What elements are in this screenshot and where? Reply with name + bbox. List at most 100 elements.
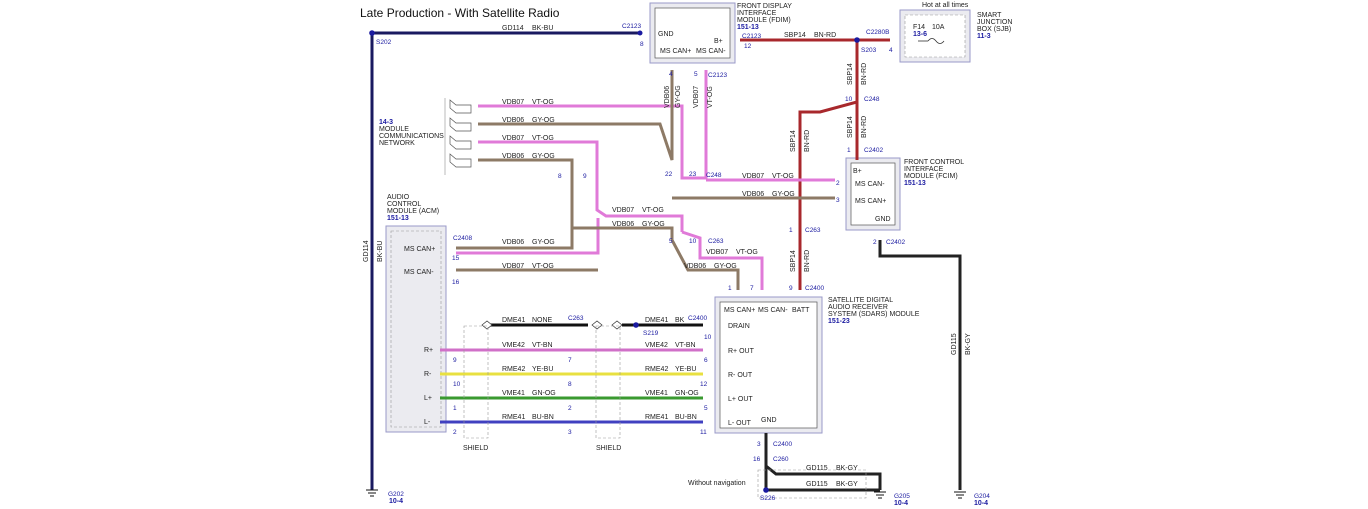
gd114-label: GD114 xyxy=(502,25,524,32)
fdim-pin-bplus: B+ xyxy=(714,38,723,45)
svg-text:22: 22 xyxy=(665,171,673,178)
fdim-name: FRONT DISPLAY xyxy=(737,3,792,10)
acm-ref[interactable]: 151-13 xyxy=(387,215,409,222)
sjb-note: Hot at all times xyxy=(922,2,969,9)
fcim-pin-bplus: B+ xyxy=(853,168,862,175)
conn-c263-sbp[interactable]: C263 xyxy=(805,227,821,234)
fdim-name-2: INTERFACE xyxy=(737,10,777,17)
vdb07-label-fcim: VDB07 xyxy=(742,173,764,180)
vme42-color-2: VT-BN xyxy=(675,342,696,349)
sdars-pin-gnd: GND xyxy=(761,417,777,424)
sdars-pin-drain: DRAIN xyxy=(728,323,750,330)
ground-g202[interactable] xyxy=(366,489,378,497)
splice-s226[interactable]: S226 xyxy=(760,495,776,502)
conn-c2408[interactable]: C2408 xyxy=(453,235,473,242)
ground-g202-ref[interactable]: 10-4 xyxy=(389,498,403,505)
vdb06-label-fcim: VDB06 xyxy=(742,191,764,198)
svg-text:2: 2 xyxy=(453,429,457,436)
splice-s219[interactable]: S219 xyxy=(643,330,659,337)
svg-text:10: 10 xyxy=(704,334,712,341)
ground-g205[interactable] xyxy=(874,491,886,499)
fcim-module[interactable]: B+ MS CAN- MS CAN+ GND xyxy=(845,157,901,231)
acm-pin-l-minus: L- xyxy=(424,419,431,426)
splice-s202[interactable]: S202 xyxy=(376,39,392,46)
vdb06-vert-fdim: VDB06 xyxy=(664,86,671,108)
sdars-ref[interactable]: 151-23 xyxy=(828,318,850,325)
fcim-name-2: INTERFACE xyxy=(904,166,944,173)
network-ref[interactable]: 14-3 xyxy=(379,119,393,126)
svg-text:7: 7 xyxy=(750,285,754,292)
svg-text:16: 16 xyxy=(452,279,460,286)
conn-c248-top[interactable]: C248 xyxy=(864,96,880,103)
rme41-label-2: RME41 xyxy=(645,414,668,421)
svg-text:5: 5 xyxy=(704,405,708,412)
sbp14-color: BN-RD xyxy=(814,32,836,39)
conn-c263-mid[interactable]: C263 xyxy=(708,238,724,245)
fcim-pin-can-plus: MS CAN+ xyxy=(855,198,886,205)
sjb-fuse-ref[interactable]: 13-6 xyxy=(913,31,927,38)
conn-c2123-bplus[interactable]: C2123 xyxy=(742,33,762,40)
rme42-color-1: YE-BU xyxy=(532,366,553,373)
sjb-ref[interactable]: 11-3 xyxy=(977,33,991,40)
svg-text:4: 4 xyxy=(669,71,673,78)
svg-text:5: 5 xyxy=(669,238,673,245)
svg-text:11: 11 xyxy=(700,429,707,436)
conn-c2402-fcim-top[interactable]: C2402 xyxy=(864,147,884,154)
vdb07-color-acm: VT-OG xyxy=(532,263,554,270)
vdb07-vert-fdim-c: VT-OG xyxy=(707,86,714,108)
vdb07-color-2: VT-OG xyxy=(532,135,554,142)
conn-c2402-fcim-gnd[interactable]: C2402 xyxy=(886,239,906,246)
vdb06-label-sdars: VDB06 xyxy=(684,263,706,270)
sbp14-vert-1c: BN-RD xyxy=(861,63,868,85)
fdim-pin-gnd: GND xyxy=(658,31,674,38)
sbp14-vert-3c: BN-RD xyxy=(804,130,811,152)
conn-c2400-batt[interactable]: C2400 xyxy=(805,285,825,292)
acm-pin-can-plus: MS CAN+ xyxy=(404,246,435,253)
gd114-vert-label: GD114 xyxy=(363,240,370,262)
vdb07-vert-fdim: VDB07 xyxy=(693,86,700,108)
svg-text:23: 23 xyxy=(689,171,697,178)
conn-c2123-gnd[interactable]: C2123 xyxy=(622,23,642,30)
acm-name: AUDIO xyxy=(387,194,410,201)
splice-s203[interactable]: S203 xyxy=(861,47,877,54)
sbp14-label: SBP14 xyxy=(784,32,806,39)
sdars-pin-l-plus: L+ OUT xyxy=(728,396,753,403)
svg-text:2: 2 xyxy=(836,180,840,187)
svg-text:7: 7 xyxy=(568,357,572,364)
conn-c2280b[interactable]: C2280B xyxy=(866,29,890,36)
conn-c2400-drain[interactable]: C2400 xyxy=(688,315,708,322)
fcim-ref[interactable]: 151-13 xyxy=(904,180,926,187)
sbp14-vert-3: SBP14 xyxy=(790,130,797,152)
sjb-module[interactable]: F14 10A 13-6 xyxy=(899,9,971,63)
svg-text:10: 10 xyxy=(845,96,853,103)
vme42-label-1: VME42 xyxy=(502,342,525,349)
conn-c2123-can[interactable]: C2123 xyxy=(708,72,728,79)
fdim-pin-can-minus: MS CAN- xyxy=(696,48,726,55)
acm-module[interactable]: MS CAN+ MS CAN- R+ R- L+ L- xyxy=(385,225,447,433)
sdars-pin-batt: BATT xyxy=(792,307,810,314)
svg-text:10: 10 xyxy=(453,381,461,388)
ground-g202-label: G202 xyxy=(388,491,404,498)
svg-text:1: 1 xyxy=(847,147,851,154)
conn-c2400-gnd[interactable]: C2400 xyxy=(773,441,793,448)
svg-text:5: 5 xyxy=(694,71,698,78)
vdb07-label-acm: VDB07 xyxy=(502,263,524,270)
conn-c248-mid[interactable]: C248 xyxy=(706,172,722,179)
vdb07-label-mid: VDB07 xyxy=(612,207,634,214)
conn-c260[interactable]: C260 xyxy=(773,456,789,463)
fdim-module[interactable]: GND B+ MS CAN+ MS CAN- xyxy=(649,2,736,64)
vme41-label-1: VME41 xyxy=(502,390,525,397)
shield-label-1: SHIELD xyxy=(463,445,488,452)
ground-g204-ref[interactable]: 10-4 xyxy=(974,500,988,507)
rme41-label-1: RME41 xyxy=(502,414,525,421)
fdim-pin-can-plus: MS CAN+ xyxy=(660,48,691,55)
ground-g204[interactable] xyxy=(954,491,966,499)
sdars-module[interactable]: MS CAN+ MS CAN- BATT DRAIN R+ OUT R- OUT… xyxy=(714,296,823,434)
acm-name-3: MODULE (ACM) xyxy=(387,208,439,215)
vdb06-color-mid: GY-OG xyxy=(642,221,665,228)
vme41-color-2: GN-OG xyxy=(675,390,699,397)
fdim-ref[interactable]: 151-13 xyxy=(737,24,759,31)
conn-c263-audio[interactable]: C263 xyxy=(568,315,584,322)
svg-text:16: 16 xyxy=(753,456,761,463)
ground-g205-ref[interactable]: 10-4 xyxy=(894,500,908,507)
